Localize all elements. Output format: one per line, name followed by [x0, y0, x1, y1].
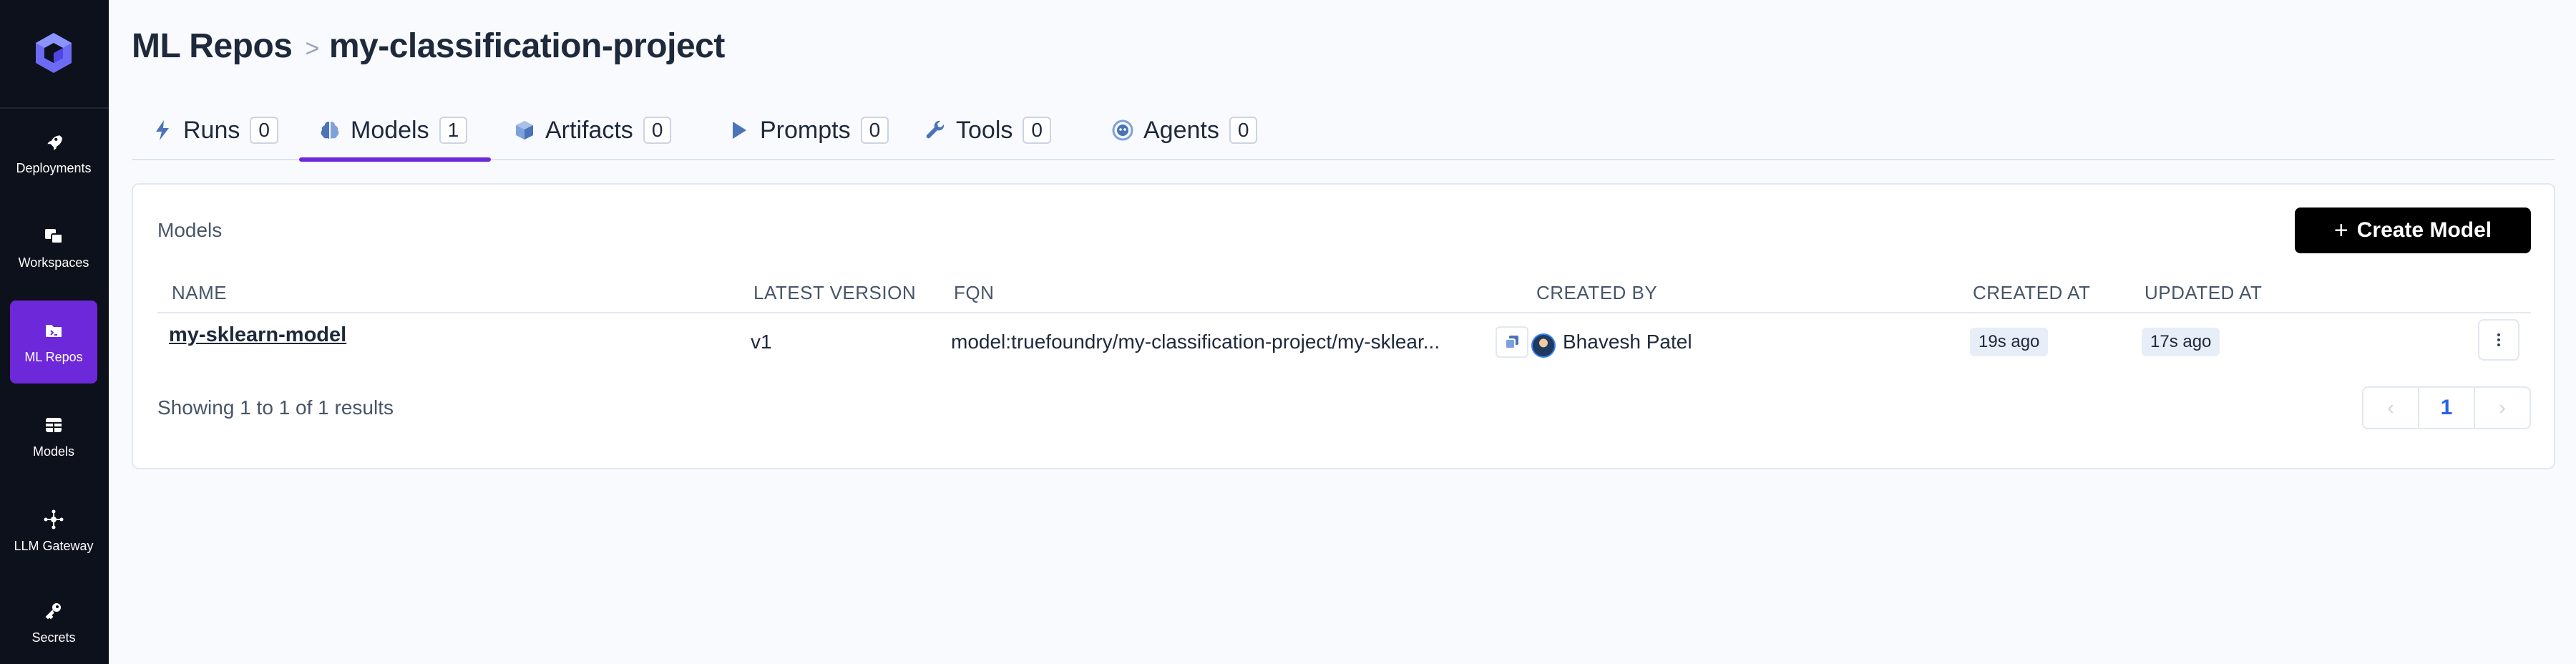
prev-page-button[interactable]: ‹ — [2363, 388, 2418, 428]
sidebar-item-label: Models — [32, 444, 75, 459]
breadcrumb: ML Repos > my-classification-project — [132, 24, 725, 67]
table-header: NAME LATEST VERSION FQN CREATED BY CREAT… — [157, 276, 2531, 313]
sidebar-item-label: Secrets — [31, 630, 76, 645]
column-header-name[interactable]: NAME — [172, 282, 227, 304]
tab-models[interactable]: Models 1 — [299, 100, 491, 162]
tab-tools[interactable]: Tools 0 — [904, 100, 1070, 160]
column-header-updated-at[interactable]: UPDATED AT — [2145, 282, 2262, 304]
sidebar-item-secrets[interactable]: Secrets — [10, 584, 97, 661]
tab-count-badge: 0 — [643, 117, 672, 144]
latest-version-cell: v1 — [751, 331, 772, 353]
tab-count-badge: 0 — [1023, 117, 1051, 144]
column-header-fqn[interactable]: FQN — [954, 282, 994, 304]
pagination-summary: Showing 1 to 1 of 1 results — [157, 396, 394, 419]
sidebar-item-label: Deployments — [16, 160, 92, 175]
tab-count-badge: 0 — [250, 117, 278, 144]
workspaces-icon — [43, 225, 64, 247]
created-by-cell: Bhavesh Patel — [1563, 331, 1692, 353]
column-header-created-by[interactable]: CREATED BY — [1536, 282, 1657, 304]
truefoundry-logo-icon[interactable] — [33, 31, 74, 74]
create-model-label: Create Model — [2356, 218, 2492, 242]
tab-agents[interactable]: Agents 0 — [1092, 100, 1276, 160]
tab-label: Artifacts — [545, 116, 633, 144]
page-title: my-classification-project — [328, 26, 726, 65]
tab-prompts[interactable]: Prompts 0 — [708, 100, 907, 160]
column-header-created-at[interactable]: CREATED AT — [1973, 282, 2090, 304]
sidebar-item-label: LLM Gateway — [14, 538, 94, 553]
avatar — [1531, 333, 1556, 358]
tab-artifacts[interactable]: Artifacts 0 — [494, 100, 690, 160]
tab-count-badge: 1 — [439, 117, 468, 144]
copy-fqn-button[interactable] — [1496, 326, 1528, 358]
tab-runs[interactable]: Runs 0 — [132, 100, 297, 160]
sidebar-item-llm-gateway[interactable]: LLM Gateway — [10, 489, 97, 572]
created-at-badge: 19s ago — [1970, 328, 2049, 356]
sidebar: Deployments Workspaces ML Repos Models L… — [0, 0, 109, 664]
agent-icon — [1112, 119, 1133, 141]
play-icon — [728, 119, 750, 141]
pagination: ‹ 1 › — [2362, 386, 2531, 429]
updated-at-badge: 17s ago — [2142, 328, 2220, 356]
tab-label: Runs — [183, 116, 240, 144]
sidebar-item-ml-repos[interactable]: ML Repos — [10, 301, 97, 384]
tab-label: Tools — [956, 116, 1013, 144]
sidebar-item-label: ML Repos — [24, 349, 83, 364]
tab-count-badge: 0 — [860, 117, 889, 144]
tab-bar: Runs 0 Models 1 Artifacts 0 Prompts 0 To… — [132, 100, 2555, 162]
card-title: Models — [157, 219, 223, 241]
network-icon — [43, 509, 64, 530]
models-card: Models + Create Model NAME LATEST VERSIO… — [132, 183, 2555, 469]
sidebar-item-deployments[interactable]: Deployments — [10, 112, 97, 195]
next-page-button[interactable]: › — [2475, 388, 2529, 428]
table-row: my-sklearn-model v1 model:truefoundry/my… — [157, 313, 2531, 371]
create-model-button[interactable]: + Create Model — [2295, 208, 2531, 253]
rocket-icon — [43, 131, 64, 152]
tab-label: Prompts — [760, 116, 851, 144]
box-icon — [514, 119, 535, 141]
page-number-button[interactable]: 1 — [2418, 388, 2475, 428]
lightning-icon — [152, 119, 173, 141]
folder-icon — [43, 320, 64, 341]
brain-icon — [319, 119, 341, 141]
fqn-cell: model:truefoundry/my-classification-proj… — [951, 331, 1440, 353]
wrench-icon — [924, 119, 946, 141]
plus-icon: + — [2333, 216, 2348, 244]
sidebar-divider — [0, 107, 109, 109]
table-icon — [43, 414, 64, 436]
sidebar-item-models[interactable]: Models — [10, 395, 97, 478]
sidebar-item-label: Workspaces — [18, 255, 89, 270]
tab-label: Agents — [1143, 116, 1219, 144]
breadcrumb-separator: > — [305, 34, 319, 62]
copy-icon — [1505, 336, 1518, 349]
row-actions-button[interactable] — [2478, 319, 2519, 361]
breadcrumb-root-link[interactable]: ML Repos — [132, 26, 293, 66]
tab-label: Models — [351, 116, 429, 144]
model-name-link[interactable]: my-sklearn-model — [169, 323, 346, 347]
kebab-menu-icon — [2497, 333, 2500, 346]
sidebar-item-workspaces[interactable]: Workspaces — [10, 206, 97, 289]
tab-count-badge: 0 — [1229, 117, 1258, 144]
column-header-latest-version[interactable]: LATEST VERSION — [753, 282, 916, 304]
key-icon — [43, 600, 64, 622]
